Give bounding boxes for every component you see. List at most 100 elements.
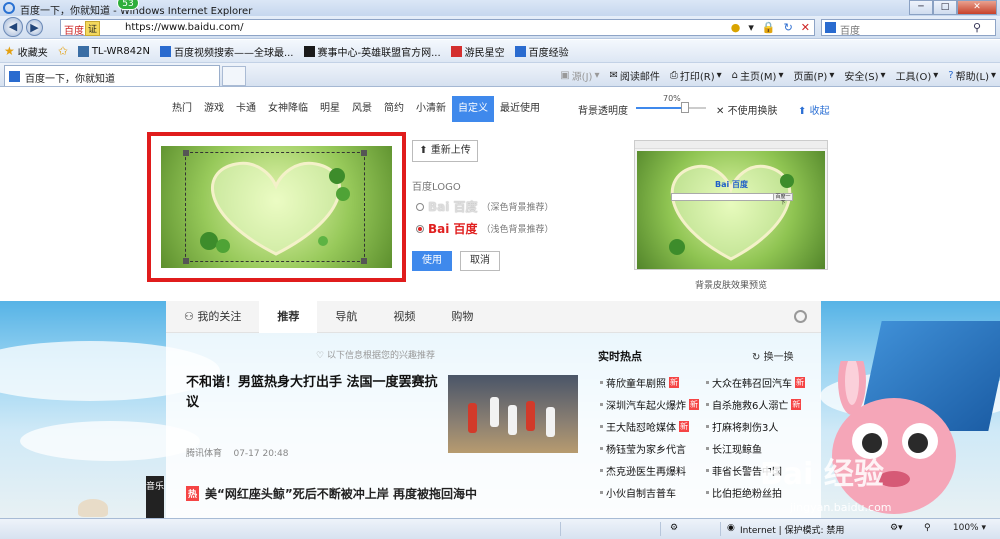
feed-tab-2[interactable]: 导航 — [317, 301, 375, 333]
feed-tabs: ⚇ 我的关注 推荐 导航 视频 购物 — [166, 301, 821, 333]
zoom-level[interactable]: 100% ▾ — [953, 523, 986, 533]
maximize-button[interactable]: □ — [933, 0, 957, 15]
print-button[interactable]: ⎙ 打印(R) ▾ — [670, 68, 722, 83]
safety-menu[interactable]: 安全(S) ▾ — [844, 68, 885, 83]
news-headline[interactable]: 不和谐！男篮热身大打出手 法国一度罢赛抗议 — [186, 373, 441, 413]
skin-tab-8[interactable]: 自定义 — [452, 96, 494, 122]
opacity-label: 背景透明度 — [578, 106, 628, 117]
page-menu[interactable]: 页面(P) ▾ — [794, 68, 835, 83]
slider-handle[interactable] — [681, 102, 689, 113]
hot-item[interactable]: 自杀施救6人溺亡新 — [706, 397, 802, 412]
help-menu[interactable]: ? 帮助(L) ▾ — [948, 68, 996, 83]
bottom-headline[interactable]: 热 美“网红座头鲸”死后不断被冲上岸 再度被拖回海中 — [186, 485, 477, 502]
news-thumbnail[interactable] — [448, 375, 578, 453]
settings-icon[interactable]: ⚙▾ — [890, 523, 903, 533]
radio-light[interactable] — [416, 224, 424, 233]
hot-item[interactable]: 蒋欣童年剧照新 — [600, 375, 679, 390]
preview-heart-image — [669, 164, 794, 261]
crop-handle-tr[interactable] — [361, 150, 367, 156]
search-box[interactable]: 百度 ⚲ — [821, 19, 996, 37]
feed-tab-0[interactable]: ⚇ 我的关注 — [166, 301, 259, 333]
feed-tab-1[interactable]: 推荐 — [259, 301, 318, 333]
skin-tab-3[interactable]: 女神降临 — [262, 96, 314, 122]
notification-badge: 53 — [117, 0, 139, 10]
collapse-button[interactable]: ⬆ 收起 — [798, 102, 830, 117]
fav-item-gamersky[interactable]: 游民星空 — [450, 44, 505, 59]
minimize-button[interactable]: ─ — [909, 0, 933, 15]
skin-tab-5[interactable]: 风景 — [346, 96, 378, 122]
settings-gear-icon[interactable] — [794, 310, 807, 323]
address-bar[interactable]: 百度 证 https://www.baidu.com/ ● ▾ 🔒 ↻ ✕ — [60, 19, 815, 37]
hot-item[interactable]: 小伙自制吉普车 — [600, 485, 676, 500]
cancel-button[interactable]: 取消 — [460, 251, 500, 271]
apply-button[interactable]: 使用 — [412, 251, 452, 271]
security-zone[interactable]: Internet | 保护模式: 禁用 — [740, 523, 844, 536]
crop-selection[interactable] — [183, 150, 367, 264]
skin-category-tabs: 热门 游戏 卡通 女神降临 明星 风景 简约 小清新 自定义 最近使用 — [166, 96, 546, 122]
no-skin-button[interactable]: ✕ 不使用换肤 — [716, 102, 778, 117]
interest-note: ♡ 以下信息根据您的兴趣推荐 — [316, 351, 435, 361]
skin-tab-2[interactable]: 卡通 — [230, 96, 262, 122]
globe-icon: ◉ — [727, 523, 735, 533]
home-button[interactable]: ⌂ 主页(M) ▾ — [732, 68, 784, 83]
fav-item-baidu-video[interactable]: 百度视频搜索——全球最... — [159, 44, 294, 59]
favorites-button[interactable]: ★ 收藏夹 — [4, 44, 48, 59]
lock-icon[interactable]: 🔒 — [762, 21, 776, 34]
hot-item[interactable]: 大众在韩召回汽车新 — [706, 375, 805, 390]
feed-tab-3[interactable]: 视频 — [375, 301, 433, 333]
lol-icon — [303, 45, 315, 57]
hot-item[interactable]: 杰克逊医生再爆料 — [600, 463, 686, 478]
crop-handle-br[interactable] — [361, 258, 367, 264]
hot-item[interactable]: 深圳汽车起火爆炸新 — [600, 397, 699, 412]
hot-item[interactable]: 杨钰莹为家乡代言 — [600, 441, 686, 456]
skin-tab-7[interactable]: 小清新 — [410, 96, 452, 122]
back-button[interactable]: ◀ — [3, 17, 23, 37]
hot-item[interactable]: 打麻将刺伤3人 — [706, 419, 778, 434]
logo-option-dark[interactable]: Bai 百度 （深色背景推荐） — [416, 198, 554, 215]
fav-item-baidu-jingyan[interactable]: 百度经验 — [514, 44, 569, 59]
crop-handle-tl[interactable] — [183, 150, 189, 156]
skin-tab-6[interactable]: 简约 — [378, 96, 410, 122]
ie-logo-icon — [3, 2, 15, 14]
radio-dark[interactable] — [416, 202, 424, 211]
refresh-hot-button[interactable]: ↻ 换一换 — [752, 348, 794, 363]
dropdown-icon[interactable]: ▾ — [748, 21, 754, 34]
arrow-up-icon: ⬆ — [798, 106, 807, 117]
search-icon[interactable]: ⚲ — [973, 21, 981, 34]
skin-tab-9[interactable]: 最近使用 — [494, 96, 546, 122]
stop-icon[interactable]: ✕ — [801, 21, 810, 34]
url-text[interactable]: https://www.baidu.com/ — [125, 22, 244, 33]
shell-decoration — [78, 499, 108, 517]
baidu-icon — [514, 45, 526, 57]
reupload-button[interactable]: ⬆ 重新上传 — [412, 140, 478, 162]
opacity-slider[interactable] — [636, 102, 706, 113]
forward-button[interactable]: ▶ — [26, 19, 43, 36]
add-favorite-icon[interactable]: ✩ — [58, 44, 68, 58]
uploaded-image — [161, 146, 392, 268]
certificate-badge[interactable]: 证 — [85, 21, 101, 36]
music-tab[interactable]: 音乐 — [146, 476, 164, 518]
zoom-icon: ⚲ — [924, 523, 931, 533]
tab-baidu[interactable]: 百度一下，你就知道 — [4, 65, 220, 86]
new-tab-button[interactable] — [222, 66, 246, 86]
hot-item[interactable]: 王大陆怼呛媒体新 — [600, 419, 689, 434]
skin-tab-1[interactable]: 游戏 — [198, 96, 230, 122]
feed-button[interactable]: ▣ 源(J) ▾ — [560, 68, 599, 83]
skin-tab-0[interactable]: 热门 — [166, 96, 198, 122]
page-background: ⚇ 我的关注 推荐 导航 视频 购物 ♡ 以下信息根据您的兴趣推荐 不和谐！男篮热身大打… — [0, 301, 1000, 518]
read-mail-button[interactable]: ✉ 阅读邮件 — [609, 68, 659, 83]
refresh-icon: ↻ — [752, 352, 761, 363]
preview-image — [637, 151, 825, 269]
fav-item-router[interactable]: TL-WR842N — [77, 45, 150, 57]
title-bar: 百度一下，你就知道 - Windows Internet Explorer 53… — [0, 0, 1000, 17]
crop-handle-bl[interactable] — [183, 258, 189, 264]
skin-tab-4[interactable]: 明星 — [314, 96, 346, 122]
refresh-icon[interactable]: ↻ — [784, 21, 793, 34]
tools-menu[interactable]: 工具(O) ▾ — [896, 68, 939, 83]
feed-tab-4[interactable]: 购物 — [433, 301, 491, 333]
fav-item-lol[interactable]: 赛事中心-英雄联盟官方网... — [303, 44, 441, 59]
hot-item[interactable]: 长江现鲸鱼 — [706, 441, 762, 456]
compatibility-icon[interactable]: ● — [731, 21, 741, 34]
logo-option-light[interactable]: Bai 百度 （浅色背景推荐） — [416, 220, 554, 237]
close-button[interactable]: ✕ — [957, 0, 997, 15]
